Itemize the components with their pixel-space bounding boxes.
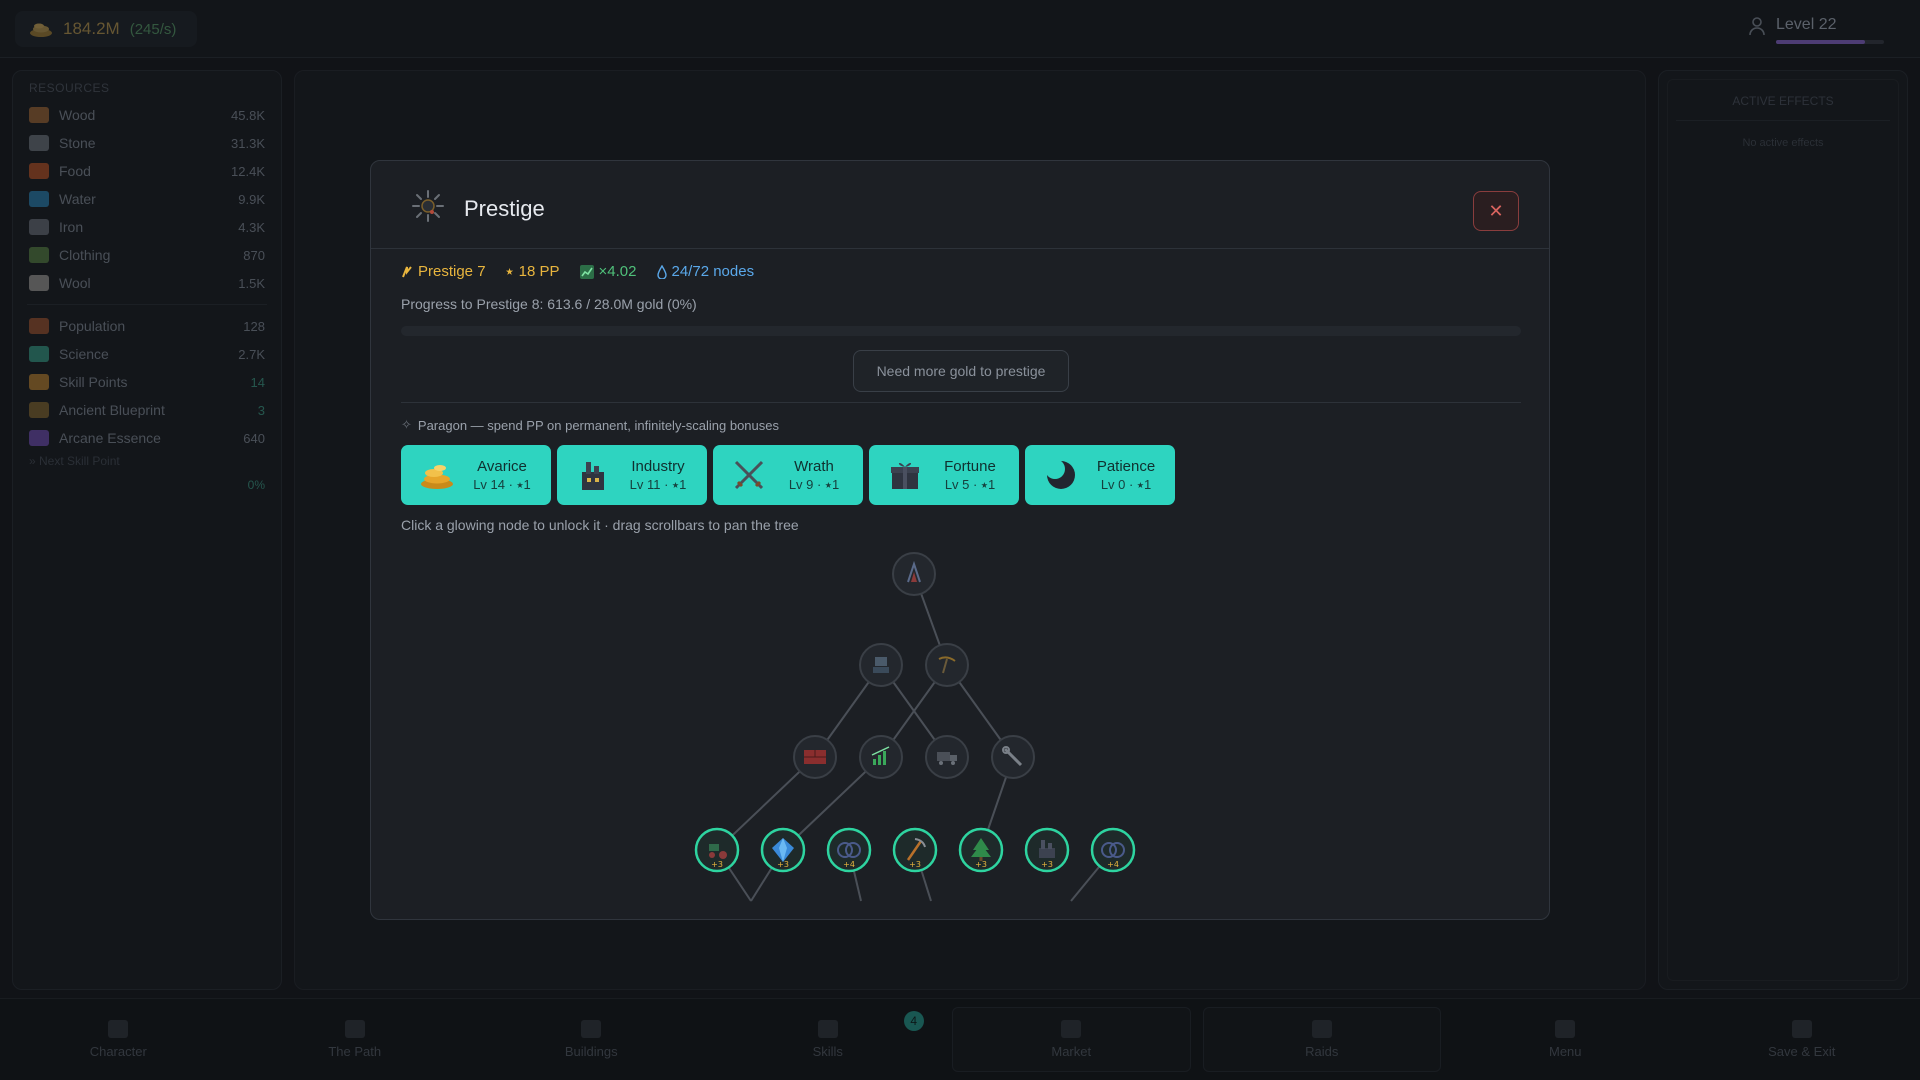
tree-node-1b[interactable]	[925, 643, 969, 687]
modal-title: Prestige	[464, 196, 545, 221]
tree-node-3e[interactable]: +3	[958, 827, 1004, 873]
tree-node-2d[interactable]	[991, 735, 1035, 779]
paragon-card-patience[interactable]: Patience Lv 0 · ⭑1	[1025, 445, 1175, 505]
paragon-level: Lv 9 · ⭑1	[788, 476, 840, 492]
tree-node-1a[interactable]	[859, 643, 903, 687]
node-badge: +3	[909, 860, 921, 869]
crossed-swords-icon	[731, 457, 767, 493]
paragon-header-text: Paragon — spend PP on permanent, infinit…	[417, 417, 779, 433]
gold-coins-icon	[419, 457, 455, 493]
tree-node-2b[interactable]	[859, 735, 903, 779]
paragon-level: Lv 5 · ⭑1	[944, 476, 996, 492]
node-badge: +3	[1041, 860, 1053, 869]
pp-value: 18 PP	[518, 263, 560, 280]
moon-icon	[1043, 457, 1079, 493]
robot-icon	[873, 657, 889, 673]
paragon-name: Fortune	[944, 457, 996, 475]
paragon-card-fortune[interactable]: Fortune Lv 5 · ⭑1	[869, 445, 1019, 505]
modal-divider	[401, 402, 1521, 403]
paragon-card-text: Industry Lv 11 · ⭑1	[621, 458, 707, 493]
tree-node-2c[interactable]	[925, 735, 969, 779]
node-badge: +4	[843, 860, 855, 869]
gift-icon	[887, 457, 923, 493]
paragon-card-text: Patience Lv 0 · ⭑1	[1089, 458, 1175, 493]
paragon-level: Lv 11 · ⭑1	[629, 476, 687, 492]
paragon-header: ✧ Paragon — spend PP on permanent, infin…	[401, 417, 779, 433]
prestige-swirl-icon	[402, 265, 412, 277]
factory-icon	[575, 457, 611, 493]
prestige-progress-bar	[401, 326, 1521, 336]
prestige-button[interactable]: Need more gold to prestige	[853, 350, 1069, 392]
prestige-level: Prestige 7	[418, 263, 486, 280]
tree-node-3c[interactable]: +4	[826, 827, 872, 873]
tree-node-3a[interactable]: +3	[694, 827, 740, 873]
paragon-level: Lv 14 · ⭑1	[473, 476, 531, 492]
multiplier-chart-icon	[579, 264, 594, 279]
nodes-value: 24/72 nodes	[671, 263, 755, 280]
paragon-card-text: Avarice Lv 14 · ⭑1	[465, 458, 551, 493]
prestige-modal: Prestige ✕ Prestige 7 ⭑ 18 PP ×4.02 24/7…	[370, 160, 1550, 920]
paragon-card-text: Wrath Lv 9 · ⭑1	[777, 458, 863, 493]
node-badge: +3	[975, 860, 987, 869]
paragon-cards: Avarice Lv 14 · ⭑1 Industry Lv 11 · ⭑1 Wrath…	[401, 445, 1175, 505]
bricks-icon	[804, 750, 826, 764]
tree-node-3b[interactable]: +3	[760, 827, 806, 873]
paragon-card-industry[interactable]: Industry Lv 11 · ⭑1	[557, 445, 707, 505]
prestige-sun-icon	[412, 190, 444, 222]
paragon-card-avarice[interactable]: Avarice Lv 14 · ⭑1	[401, 445, 551, 505]
paragon-card-text: Fortune Lv 5 · ⭑1	[933, 458, 1019, 493]
prestige-tree: +3 +3 +4 +3 +3 +3 +4	[694, 552, 1136, 902]
nodes-drop-icon	[656, 264, 667, 279]
tree-root-node[interactable]	[892, 552, 936, 596]
paragon-name: Avarice	[477, 457, 527, 475]
paragon-name: Industry	[631, 457, 685, 475]
paragon-card-wrath[interactable]: Wrath Lv 9 · ⭑1	[713, 445, 863, 505]
tree-node-3f[interactable]: +3	[1024, 827, 1070, 873]
tree-node-2a[interactable]	[793, 735, 837, 779]
tree-node-3g[interactable]: +4	[1090, 827, 1136, 873]
modal-header: Prestige ✕	[371, 161, 1549, 249]
nodes-stat: 24/72 nodes	[656, 263, 755, 280]
multiplier-value: ×4.02	[598, 263, 637, 280]
multiplier-stat: ×4.02	[579, 263, 637, 280]
prestige-progress-text: Progress to Prestige 8: 613.6 / 28.0M go…	[401, 296, 697, 312]
paragon-name: Wrath	[794, 457, 834, 475]
close-button[interactable]: ✕	[1473, 191, 1519, 231]
star-icon: ⭑	[505, 263, 514, 280]
node-badge: +3	[711, 860, 723, 869]
pp-stat: ⭑ 18 PP	[506, 263, 560, 280]
paragon-name: Patience	[1096, 457, 1156, 475]
tree-node-3d[interactable]: +3	[892, 827, 938, 873]
prestige-level-stat: Prestige 7	[401, 263, 486, 280]
prestige-stats: Prestige 7 ⭑ 18 PP ×4.02 24/72 nodes	[401, 263, 754, 280]
tree-hint: Click a glowing node to unlock it · drag…	[401, 517, 799, 533]
paragon-level: Lv 0 · ⭑1	[1100, 476, 1152, 492]
node-badge: +4	[1107, 860, 1119, 869]
node-badge: +3	[777, 860, 789, 869]
sparkle-icon: ✧	[401, 417, 412, 432]
